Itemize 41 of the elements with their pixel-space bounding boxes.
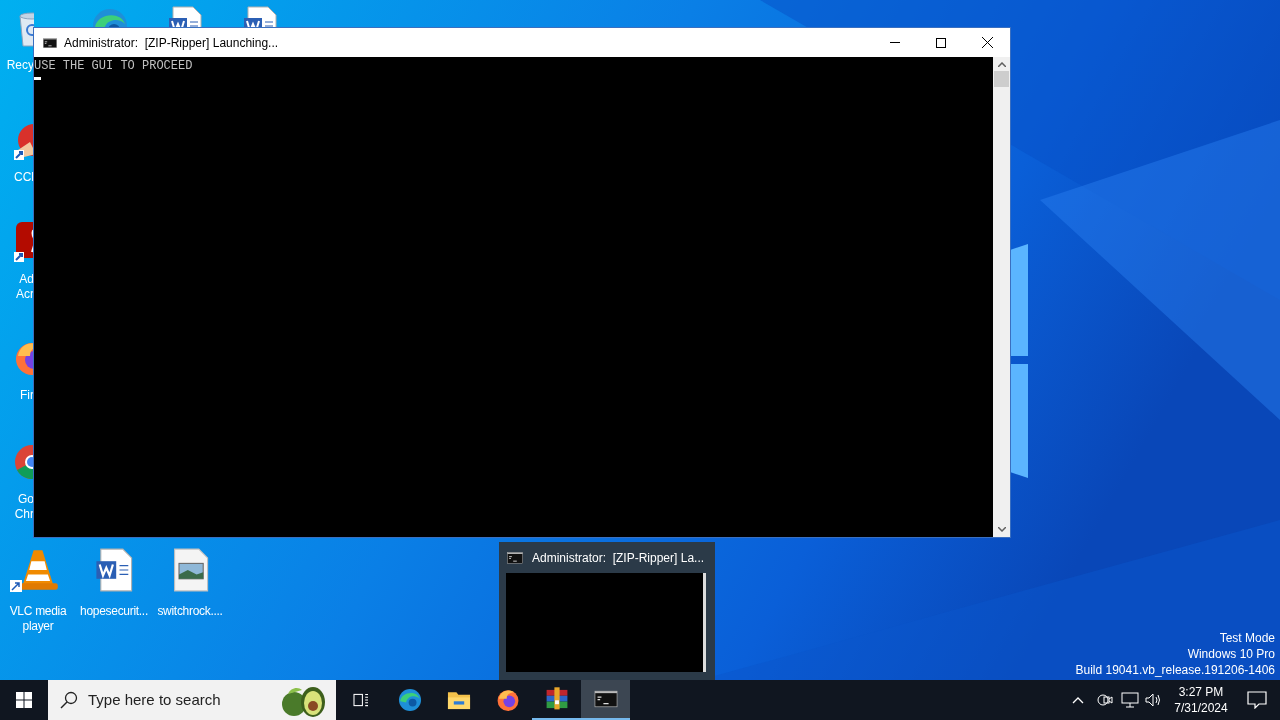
icon-label: Fir: [20, 388, 34, 403]
desktop-icon[interactable]: switchrock....: [152, 548, 228, 634]
desktop-icon[interactable]: hopesecurit...: [76, 548, 152, 634]
icon-label: Chr: [14, 507, 34, 522]
notification-icon[interactable]: [1247, 691, 1267, 709]
chevron-up-icon[interactable]: [1072, 696, 1084, 704]
preview-title: Administrator: [ZIP-Ripper] La...: [532, 549, 705, 567]
icon-label: Recy: [6, 58, 34, 73]
system-info-text: Windows 10 Pro: [1187, 646, 1275, 662]
icon-label: Go: [18, 492, 34, 507]
system-info-text: Test Mode: [1219, 630, 1275, 646]
icon-label: VLC media player: [8, 604, 68, 634]
edge-icon: [396, 687, 423, 713]
minimize-icon: [890, 42, 900, 43]
icon-label: switchrock....: [156, 604, 224, 619]
icon-label: CCl: [14, 170, 34, 185]
camera-icon[interactable]: [1097, 692, 1113, 708]
window-title: Administrator: [ZIP-Ripper] Launching...: [64, 34, 279, 52]
console-line: USE THE GUI TO PROCEED: [34, 58, 194, 74]
network-icon[interactable]: [1121, 692, 1139, 708]
scroll-up-icon: [997, 62, 1006, 67]
icon-label: Ad: [19, 272, 34, 287]
system-info-text: Build 19041.vb_release.191206-1406: [1075, 662, 1275, 678]
date-text: 7/31/2024: [1174, 700, 1228, 716]
taskbar-preview[interactable]: Administrator: [ZIP-Ripper] La...: [499, 542, 715, 680]
taskbar-app-button[interactable]: [581, 680, 630, 720]
search-icon: [60, 691, 78, 709]
scroll-down-icon: [997, 527, 1006, 532]
icon-label: Acr: [16, 287, 34, 302]
vertical-scrollbar[interactable]: [993, 57, 1010, 537]
scroll-thumb[interactable]: [994, 71, 1009, 87]
maximize-icon: [936, 37, 946, 48]
desktop-icon[interactable]: VLC media player: [0, 548, 76, 634]
search-box[interactable]: Type here to search: [48, 680, 336, 720]
clock[interactable]: 3:27 PM 7/31/2024: [1171, 684, 1231, 716]
speaker-icon[interactable]: [1145, 692, 1163, 708]
icon-label: hopesecurit...: [79, 604, 149, 619]
search-field[interactable]: Type here to search: [88, 688, 248, 712]
time-text: 3:27 PM: [1178, 684, 1224, 700]
windows-icon: [16, 692, 32, 708]
close-icon: [981, 37, 993, 48]
